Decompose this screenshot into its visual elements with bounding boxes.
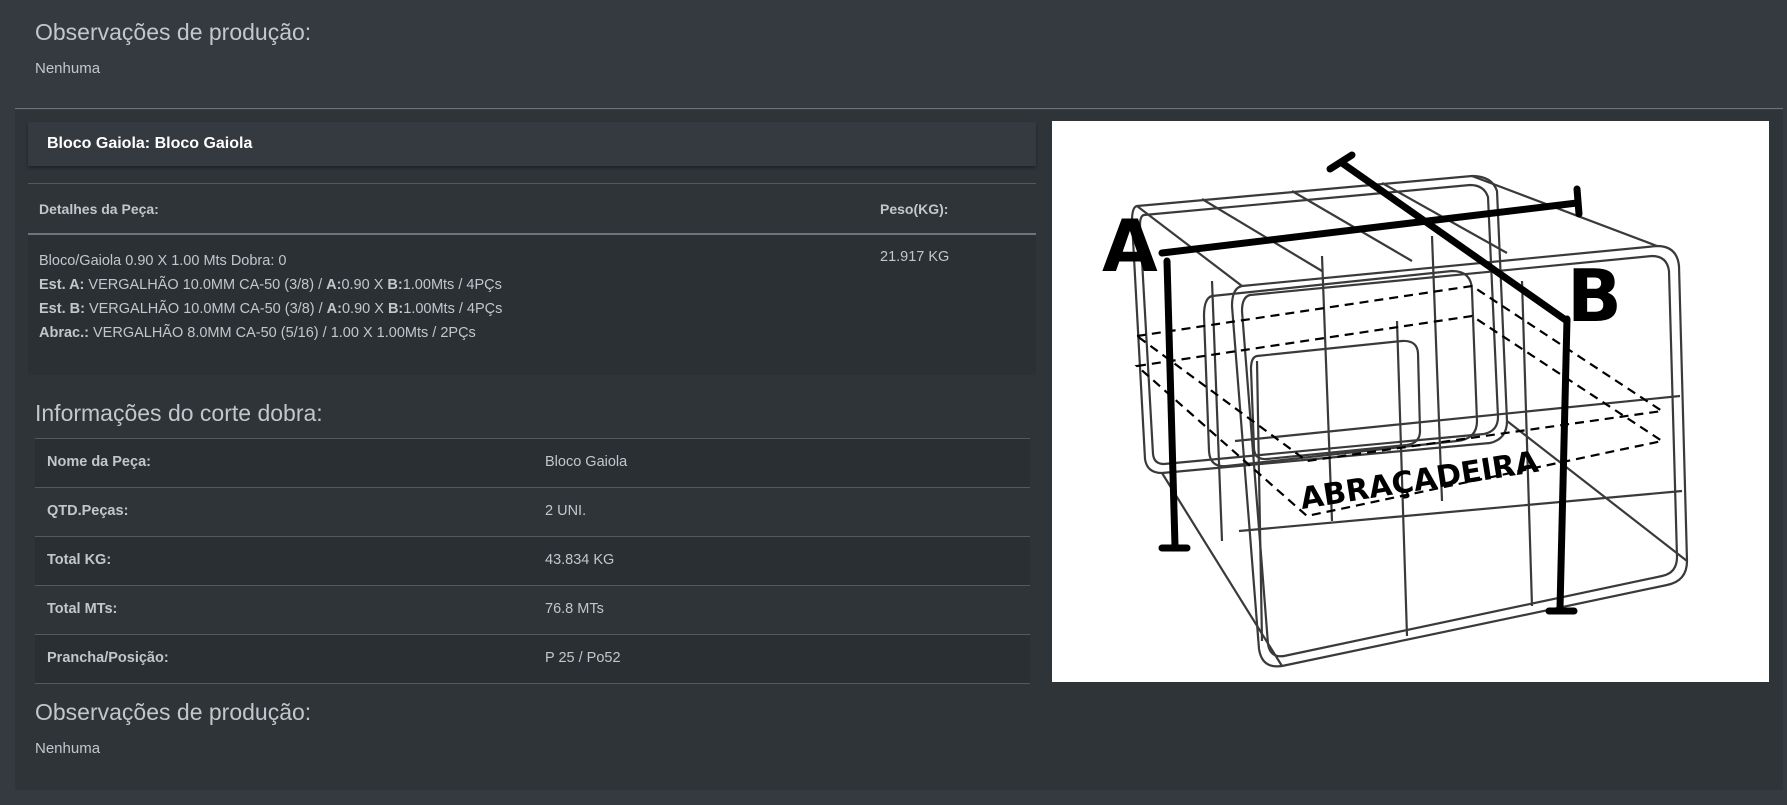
block-header: Bloco Gaiola: Bloco Gaiola — [28, 122, 1036, 166]
clamp-line: Abrac.: VERGALHÃO 8.0MM CA-50 (5/16) / 1… — [39, 325, 476, 341]
cut-info-table: Nome da Peça: Bloco Gaiola QTD.Peças: 2 … — [35, 438, 1030, 684]
info-row-piece-name: Nome da Peça: Bloco Gaiola — [35, 439, 1030, 488]
piece-weight: 21.917 KG — [880, 249, 950, 265]
dimension-a-label: A — [1102, 204, 1158, 288]
cut-info-title: Informações do corte dobra: — [35, 400, 323, 426]
observations-title-bottom: Observações de produção: — [35, 699, 312, 725]
info-row-total-mts: Total MTs: 76.8 MTs — [35, 586, 1030, 635]
cage-diagram: A B ABRAÇADEIRA — [1102, 151, 1689, 668]
piece-summary: Bloco/Gaiola 0.90 X 1.00 Mts Dobra: 0 — [39, 253, 287, 269]
info-row-quantity: QTD.Peças: 2 UNI. — [35, 488, 1030, 537]
page: Observações de produção: Nenhuma Bloco G… — [0, 0, 1787, 805]
divider — [15, 108, 1783, 109]
info-row-total-kg: Total KG: 43.834 KG — [35, 537, 1030, 586]
dimension-b-label: B — [1567, 254, 1622, 338]
cage-diagram-image: A B ABRAÇADEIRA — [1052, 121, 1769, 682]
header-weight: Peso(KG): — [880, 201, 949, 217]
block-title: Bloco Gaiola: Bloco Gaiola — [47, 135, 253, 152]
stirrup-b-line: Est. B: VERGALHÃO 10.0MM CA-50 (3/8) / A… — [39, 301, 503, 317]
info-row-board-position: Prancha/Posição: P 25 / Po52 — [35, 635, 1030, 684]
details-table: Detalhes da Peça: Peso(KG): Bloco/Gaiola… — [28, 183, 1036, 375]
observations-title: Observações de produção: — [35, 19, 312, 45]
piece-description: Bloco/Gaiola 0.90 X 1.00 Mts Dobra: 0 Es… — [39, 249, 502, 345]
header-piece-details: Detalhes da Peça: — [39, 201, 159, 217]
stirrup-a-line: Est. A: VERGALHÃO 10.0MM CA-50 (3/8) / A… — [39, 277, 502, 293]
observations-text: Nenhuma — [35, 60, 101, 77]
observations-text-bottom: Nenhuma — [35, 740, 101, 757]
details-table-row: Bloco/Gaiola 0.90 X 1.00 Mts Dobra: 0 Es… — [28, 235, 1036, 375]
details-table-header: Detalhes da Peça: Peso(KG): — [28, 183, 1036, 235]
